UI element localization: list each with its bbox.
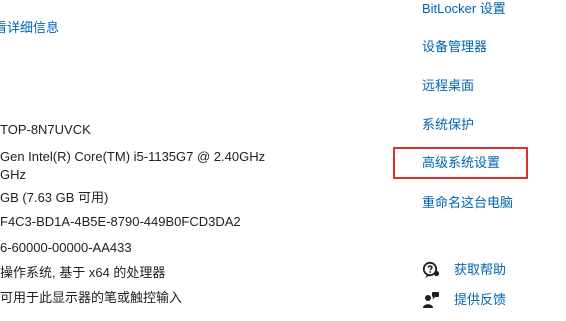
pen-touch-value: 可用于此显示器的笔或触控输入	[0, 290, 183, 305]
get-help-label: 获取帮助	[454, 262, 507, 277]
feedback-label: 提供反馈	[454, 292, 507, 307]
feedback-person-icon	[422, 291, 440, 309]
processor-speed-value: GHz	[0, 167, 26, 182]
feedback-row[interactable]: 提供反馈	[422, 290, 506, 310]
device-manager-link[interactable]: 设备管理器	[422, 38, 487, 56]
system-protection-link[interactable]: 系统保护	[422, 116, 474, 134]
device-name-value: TOP-8N7UVCK	[0, 122, 91, 137]
product-id-value: 6-60000-00000-AA433	[0, 240, 132, 255]
system-info-panel: 看详细信息 TOP-8N7UVCK Gen Intel(R) Core(TM) …	[0, 0, 390, 321]
help-chat-icon	[422, 261, 440, 279]
get-help-row[interactable]: 获取帮助	[422, 260, 506, 280]
remote-desktop-link[interactable]: 远程桌面	[422, 77, 474, 95]
view-details-link[interactable]: 看详细信息	[0, 19, 59, 37]
system-type-value: 操作系统, 基于 x64 的处理器	[0, 265, 166, 280]
installed-ram-value: GB (7.63 GB 可用)	[0, 190, 109, 205]
bitlocker-settings-link[interactable]: BitLocker 设置	[422, 0, 506, 18]
device-id-value: F4C3-BD1A-4B5E-8790-449B0FCD3DA2	[0, 214, 241, 229]
highlight-frame	[393, 147, 528, 179]
rename-pc-link[interactable]: 重命名这台电脑	[422, 194, 513, 212]
processor-value: Gen Intel(R) Core(TM) i5-1135G7 @ 2.40GH…	[0, 149, 266, 164]
